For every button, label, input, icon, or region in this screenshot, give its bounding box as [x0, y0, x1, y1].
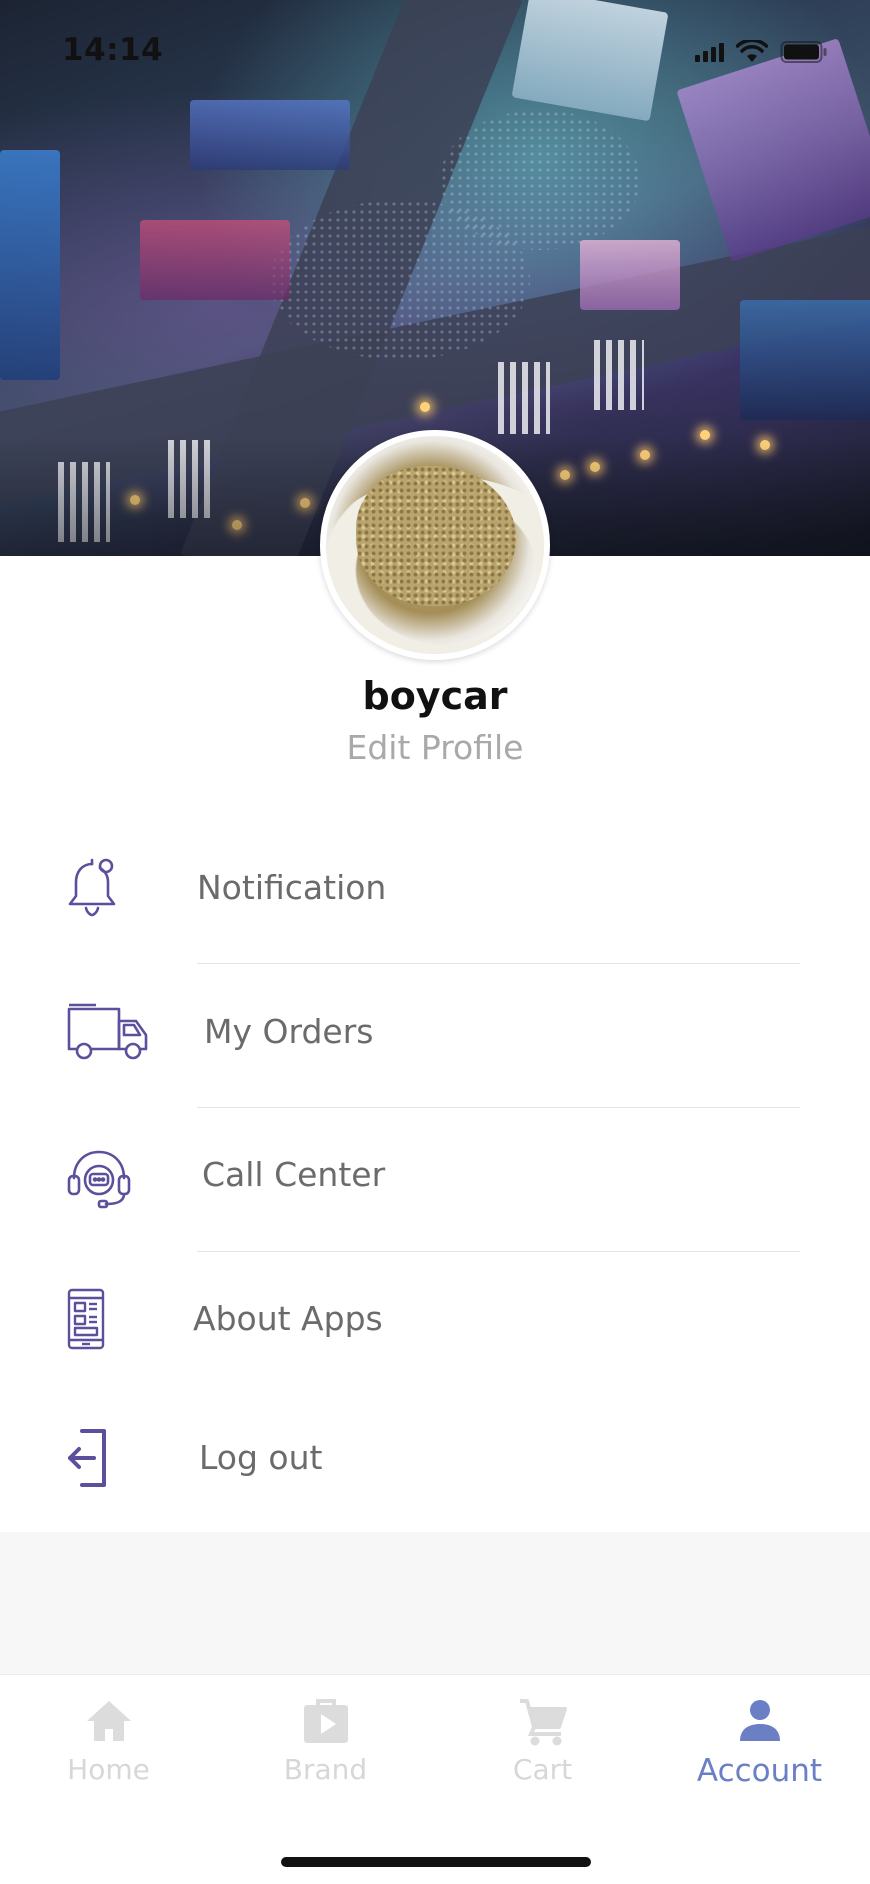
- tab-label: Brand: [283, 1753, 368, 1786]
- tab-label: Home: [67, 1753, 150, 1786]
- menu-item-label: Call Center: [202, 1155, 386, 1194]
- mobile-app-icon: [66, 1274, 156, 1364]
- edit-profile-link[interactable]: Edit Profile: [0, 728, 870, 767]
- cart-icon: [519, 1699, 567, 1746]
- tab-brand[interactable]: Brand: [217, 1695, 434, 1786]
- home-indicator[interactable]: [281, 1857, 591, 1867]
- menu-divider: [197, 1251, 800, 1252]
- menu-item-label: Notification: [197, 868, 387, 907]
- empty-area: [0, 1532, 870, 1674]
- cellular-signal-icon: [695, 42, 724, 62]
- status-icons: [695, 40, 828, 64]
- bell-icon: [66, 843, 156, 933]
- menu-divider: [197, 1107, 800, 1108]
- menu-divider: [197, 963, 800, 964]
- person-icon: [739, 1700, 780, 1741]
- headset-support-icon: [66, 1133, 156, 1223]
- tab-account[interactable]: Account: [651, 1695, 868, 1789]
- logout-icon: [66, 1413, 156, 1503]
- bottom-tab-bar: Home Brand Cart Account: [0, 1674, 870, 1884]
- status-time: 14:14: [62, 32, 164, 68]
- tab-label: Account: [696, 1753, 823, 1789]
- menu-item-call-center[interactable]: Call Center: [0, 1115, 870, 1235]
- delivery-truck-icon: [66, 987, 156, 1077]
- profile-username: boycar: [362, 674, 508, 718]
- menu-item-logout[interactable]: Log out: [0, 1398, 870, 1518]
- tab-home[interactable]: Home: [0, 1695, 217, 1786]
- menu-item-notification[interactable]: Notification: [0, 828, 870, 948]
- home-icon: [86, 1701, 131, 1741]
- tab-cart[interactable]: Cart: [434, 1695, 651, 1786]
- menu-item-label: About Apps: [193, 1299, 383, 1338]
- wifi-icon: [736, 40, 768, 62]
- battery-icon: [780, 41, 827, 63]
- menu-item-about-apps[interactable]: About Apps: [0, 1259, 870, 1379]
- menu-item-label: Log out: [199, 1438, 323, 1477]
- profile-avatar[interactable]: [320, 430, 550, 660]
- brand-bag-icon: [303, 1699, 348, 1743]
- tab-label: Cart: [512, 1753, 573, 1786]
- menu-item-my-orders[interactable]: My Orders: [0, 972, 870, 1092]
- menu-item-label: My Orders: [204, 1012, 374, 1051]
